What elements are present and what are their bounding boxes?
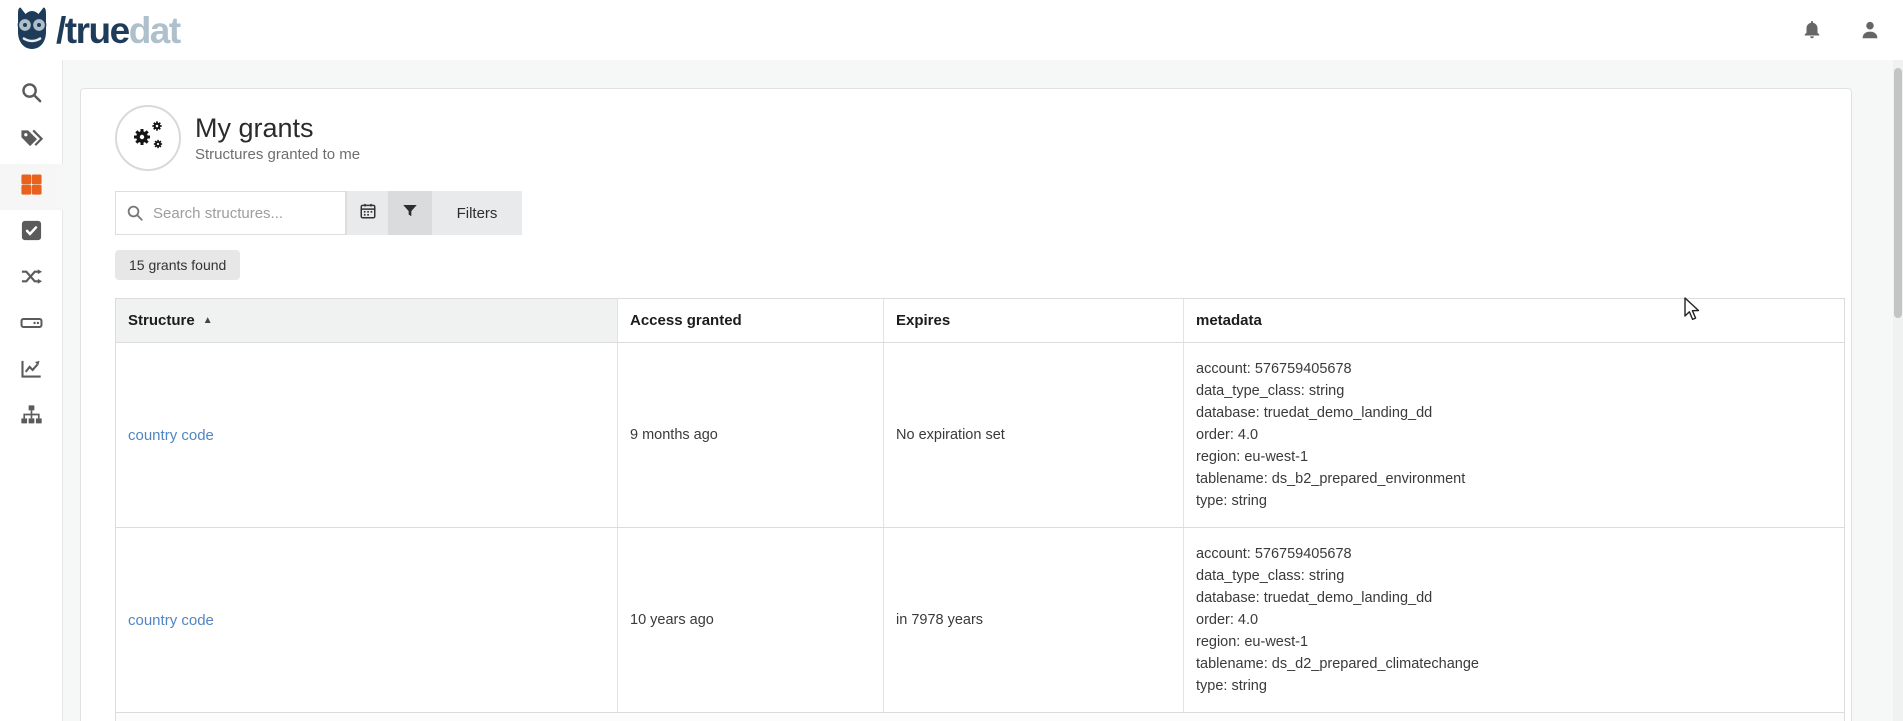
grants-table: Structure ▲ Access granted Expires metad… xyxy=(115,298,1845,721)
structure-cell: country code xyxy=(116,528,618,712)
column-label: Access granted xyxy=(630,312,742,329)
sidebar-item-structures[interactable] xyxy=(0,164,63,210)
column-label: Expires xyxy=(896,312,950,329)
date-filter-button[interactable] xyxy=(346,191,388,235)
structure-link[interactable]: country code xyxy=(128,612,214,629)
filters-button-label: Filters xyxy=(457,205,498,222)
metadata-line: account: 576759405678 xyxy=(1196,543,1352,565)
search-input-icon xyxy=(126,204,144,222)
sidebar-item-lineage[interactable] xyxy=(0,256,63,302)
filters-button[interactable]: Filters xyxy=(432,191,522,235)
sidebar-item-tasks[interactable] xyxy=(0,210,63,256)
column-label: metadata xyxy=(1196,312,1262,329)
page-header: My grants Structures granted to me xyxy=(115,105,1851,171)
funnel-icon xyxy=(401,202,419,225)
logo-text-primary: /true xyxy=(56,10,129,51)
metadata-cell: account: 576759405678 data_type_class: s… xyxy=(1184,343,1844,527)
filter-icon-button[interactable] xyxy=(388,191,432,235)
sitemap-icon xyxy=(20,403,43,431)
metadata-line: data_type_class: string xyxy=(1196,380,1344,402)
search-icon xyxy=(20,81,43,109)
metadata-line: type: string xyxy=(1196,675,1267,697)
metadata-line: tablename: ds_d2_prepared_climatechange xyxy=(1196,653,1479,675)
vertical-scrollbar-track[interactable] xyxy=(1893,60,1903,721)
table-row: country code 10 years ago in 7978 years … xyxy=(116,528,1844,713)
expires-cell: No expiration set xyxy=(884,343,1184,527)
expires-cell: in 7978 years xyxy=(884,528,1184,712)
truedat-logo[interactable]: /truedat xyxy=(10,5,180,56)
hard-drive-icon xyxy=(20,311,43,339)
page-title: My grants xyxy=(195,113,360,144)
owl-logo-icon xyxy=(10,5,54,56)
column-header-access-granted[interactable]: Access granted xyxy=(618,299,884,342)
page-subtitle: Structures granted to me xyxy=(195,146,360,163)
topbar-actions xyxy=(1801,19,1891,41)
user-profile-icon[interactable] xyxy=(1859,19,1881,41)
sort-asc-icon: ▲ xyxy=(203,315,213,326)
table-row: country code 9 months ago No expiration … xyxy=(116,343,1844,528)
page-titles: My grants Structures granted to me xyxy=(195,113,360,163)
column-header-metadata[interactable]: metadata xyxy=(1184,299,1844,342)
sidebar-nav xyxy=(0,60,63,721)
metadata-line: data_type_class: string xyxy=(1196,565,1344,587)
app-shell: My grants Structures granted to me xyxy=(0,60,1903,721)
sidebar-item-tags[interactable] xyxy=(0,118,63,164)
search-toolbar: Filters xyxy=(115,191,1851,235)
top-bar: /truedat xyxy=(0,0,1903,60)
logo-wordmark: /truedat xyxy=(56,12,180,49)
sidebar-item-sources[interactable] xyxy=(0,302,63,348)
column-header-structure[interactable]: Structure ▲ xyxy=(116,299,618,342)
grid-icon xyxy=(20,173,43,201)
metadata-line: account: 576759405678 xyxy=(1196,358,1352,380)
gears-icon xyxy=(128,119,168,158)
metadata-line: order: 4.0 xyxy=(1196,609,1258,631)
search-input[interactable] xyxy=(153,205,337,222)
metadata-line: type: string xyxy=(1196,490,1267,512)
shuffle-icon xyxy=(20,265,43,293)
column-label: Structure xyxy=(128,312,195,329)
sidebar-item-quality[interactable] xyxy=(0,348,63,394)
grants-count-badge: 15 grants found xyxy=(115,250,240,280)
grants-avatar xyxy=(115,105,181,171)
column-header-expires[interactable]: Expires xyxy=(884,299,1184,342)
metadata-line: database: truedat_demo_landing_dd xyxy=(1196,587,1432,609)
structure-cell: country code xyxy=(116,343,618,527)
metadata-line: order: 4.0 xyxy=(1196,424,1258,446)
access-granted-cell: 10 years ago xyxy=(618,528,884,712)
structure-link[interactable]: country code xyxy=(128,427,214,444)
main-content: My grants Structures granted to me xyxy=(63,60,1903,721)
table-row-partial xyxy=(116,713,1844,721)
metadata-cell: account: 576759405678 data_type_class: s… xyxy=(1184,528,1844,712)
grants-card: My grants Structures granted to me xyxy=(80,88,1852,721)
table-header-row: Structure ▲ Access granted Expires metad… xyxy=(116,299,1844,343)
metadata-line: region: eu-west-1 xyxy=(1196,631,1308,653)
notifications-bell-icon[interactable] xyxy=(1801,19,1823,41)
check-square-icon xyxy=(20,219,43,247)
tags-icon xyxy=(20,127,43,155)
calendar-icon xyxy=(359,202,377,225)
metadata-line: tablename: ds_b2_prepared_environment xyxy=(1196,468,1465,490)
search-box xyxy=(115,191,346,235)
vertical-scrollbar-thumb[interactable] xyxy=(1894,68,1902,318)
metadata-line: region: eu-west-1 xyxy=(1196,446,1308,468)
logo-text-secondary: dat xyxy=(129,10,180,51)
access-granted-cell: 9 months ago xyxy=(618,343,884,527)
line-chart-icon xyxy=(20,357,43,385)
metadata-line: database: truedat_demo_landing_dd xyxy=(1196,402,1432,424)
sidebar-item-search[interactable] xyxy=(0,72,63,118)
sidebar-item-sitemap[interactable] xyxy=(0,394,63,440)
